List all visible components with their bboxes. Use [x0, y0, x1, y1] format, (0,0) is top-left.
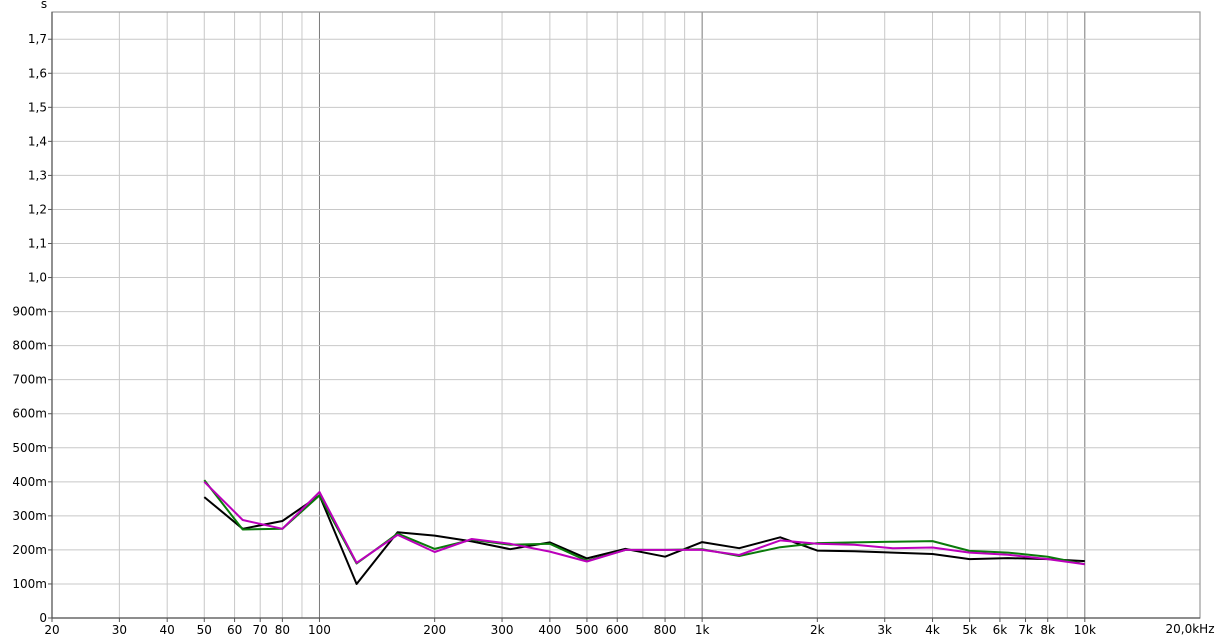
- y-tick-label: 1,7: [28, 32, 47, 46]
- x-tick-label: 800: [654, 623, 677, 637]
- x-tick-label: 7k: [1018, 623, 1033, 637]
- y-tick-label: 200m: [12, 543, 47, 557]
- y-tick-label: 700m: [12, 373, 47, 387]
- x-tick-label: 100: [308, 623, 331, 637]
- x-tick-label: 200: [423, 623, 446, 637]
- y-tick-label: 800m: [12, 339, 47, 353]
- grid: [51, 12, 1201, 619]
- x-tick-label: 80: [275, 623, 290, 637]
- x-tick-label: 30: [112, 623, 127, 637]
- y-tick-label: 900m: [12, 305, 47, 319]
- x-tick-label: 20: [44, 623, 59, 637]
- x-tick-label: 8k: [1040, 623, 1055, 637]
- x-tick-label: 4k: [925, 623, 940, 637]
- x-tick-label: 70: [253, 623, 268, 637]
- x-tick-label: 10k: [1074, 623, 1096, 637]
- x-tick-label: 3k: [877, 623, 892, 637]
- x-tick-label: 1k: [695, 623, 710, 637]
- y-tick-label: 300m: [12, 509, 47, 523]
- x-tick-label: 500: [575, 623, 598, 637]
- x-tick-label: 40: [160, 623, 175, 637]
- y-unit-label: s: [41, 0, 47, 11]
- x-tick-label: 300: [491, 623, 514, 637]
- y-tick-label: 1,4: [28, 134, 47, 148]
- y-tick-label: 1,2: [28, 202, 47, 216]
- x-tick-label: 6k: [993, 623, 1008, 637]
- x-tick-label: 50: [197, 623, 212, 637]
- x-tick-label: 5k: [962, 623, 977, 637]
- y-tick-label: 1,1: [28, 237, 47, 251]
- x-unit-label: 20,0kHz: [1166, 622, 1215, 636]
- decay-time-chart: 0100m200m300m400m500m600m700m800m900m1,0…: [12, 0, 1215, 637]
- x-tick-label: 600: [606, 623, 629, 637]
- y-tick-label: 400m: [12, 475, 47, 489]
- y-tick-label: 600m: [12, 407, 47, 421]
- y-tick-label: 1,3: [28, 168, 47, 182]
- y-tick-label: 1,0: [28, 271, 47, 285]
- y-tick-label: 100m: [12, 577, 47, 591]
- y-tick-label: 1,6: [28, 66, 47, 80]
- x-tick-label: 60: [227, 623, 242, 637]
- y-tick-label: 1,5: [28, 100, 47, 114]
- x-tick-label: 2k: [810, 623, 825, 637]
- x-tick-label: 400: [538, 623, 561, 637]
- plot-area: [52, 12, 1200, 618]
- y-tick-label: 500m: [12, 441, 47, 455]
